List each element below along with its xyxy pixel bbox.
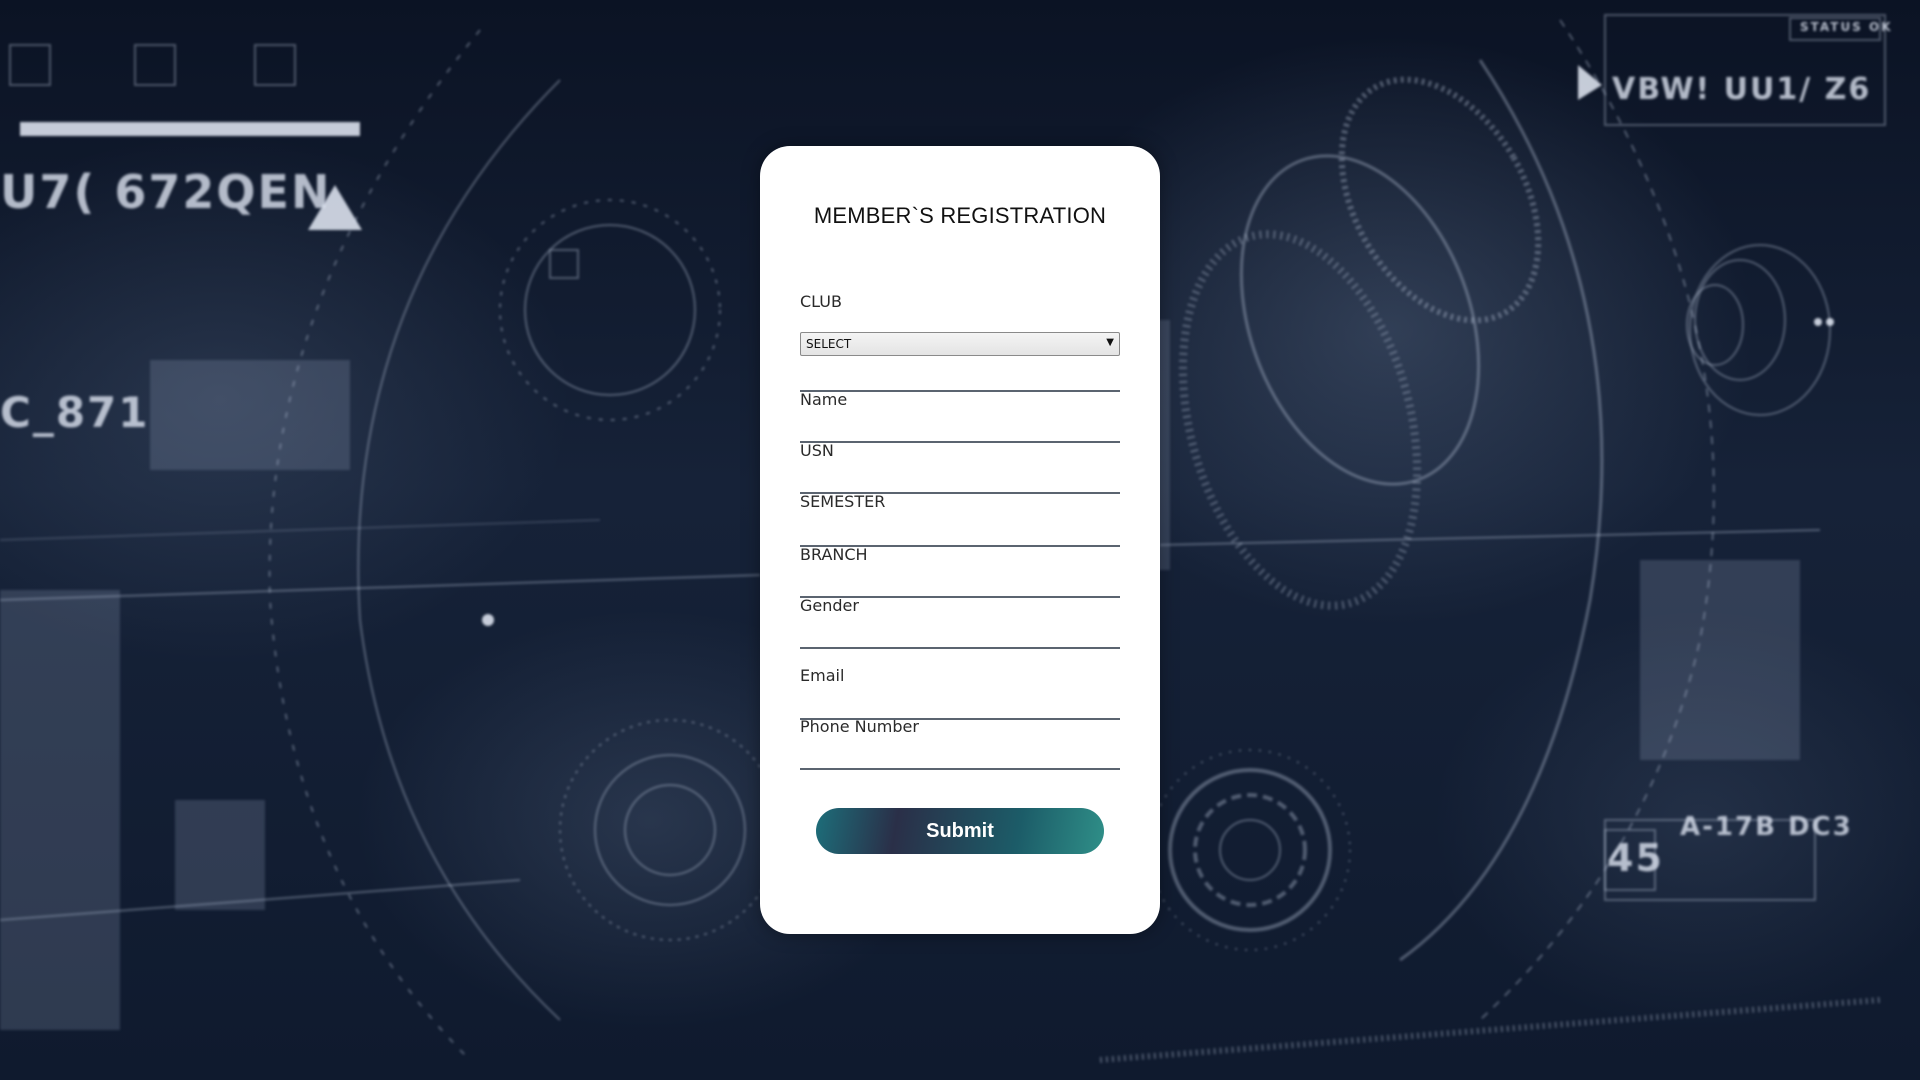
gender-input[interactable] (800, 554, 1124, 600)
gender-value-underline (800, 647, 1120, 649)
form-title: MEMBER`S REGISTRATION (813, 203, 1107, 228)
chevron-down-icon: ▼ (1106, 337, 1114, 348)
usn-underline (800, 441, 1120, 443)
hud-text-2: C_871 (0, 388, 150, 437)
usn-field-area[interactable] (800, 399, 1124, 445)
gender-field-area[interactable] (800, 554, 1124, 600)
branch-field-area[interactable] (800, 503, 1124, 549)
gender-value-field-area[interactable] (800, 605, 1124, 651)
phone-underline (800, 768, 1120, 770)
phone-field-area[interactable] (800, 726, 1124, 772)
hud-text-5: 45 (1607, 836, 1664, 880)
semester-input[interactable] (800, 450, 1124, 496)
hud-text-1: U7( 672QEN (0, 165, 332, 219)
semester-field-area[interactable] (800, 450, 1124, 496)
email-field-area[interactable] (800, 676, 1124, 722)
branch-input[interactable] (800, 503, 1124, 549)
gender-value-input[interactable] (800, 605, 1124, 651)
phone-input[interactable] (800, 726, 1124, 772)
submit-button[interactable]: Submit (816, 808, 1104, 854)
club-label: CLUB (800, 292, 842, 311)
name-underline (800, 390, 1120, 392)
hud-text-6: A-17B DC3 (1680, 812, 1853, 842)
hud-text-3: VBW! UU1/ Z6 (1612, 72, 1872, 107)
usn-input[interactable] (800, 399, 1124, 445)
hud-text-4: STATUS OK (1800, 20, 1893, 34)
name-input[interactable] (800, 348, 1124, 394)
registration-card: MEMBER`S REGISTRATION CLUB SELECT ▼ Name… (760, 146, 1160, 934)
name-field-area[interactable] (800, 348, 1124, 394)
email-input[interactable] (800, 676, 1124, 722)
